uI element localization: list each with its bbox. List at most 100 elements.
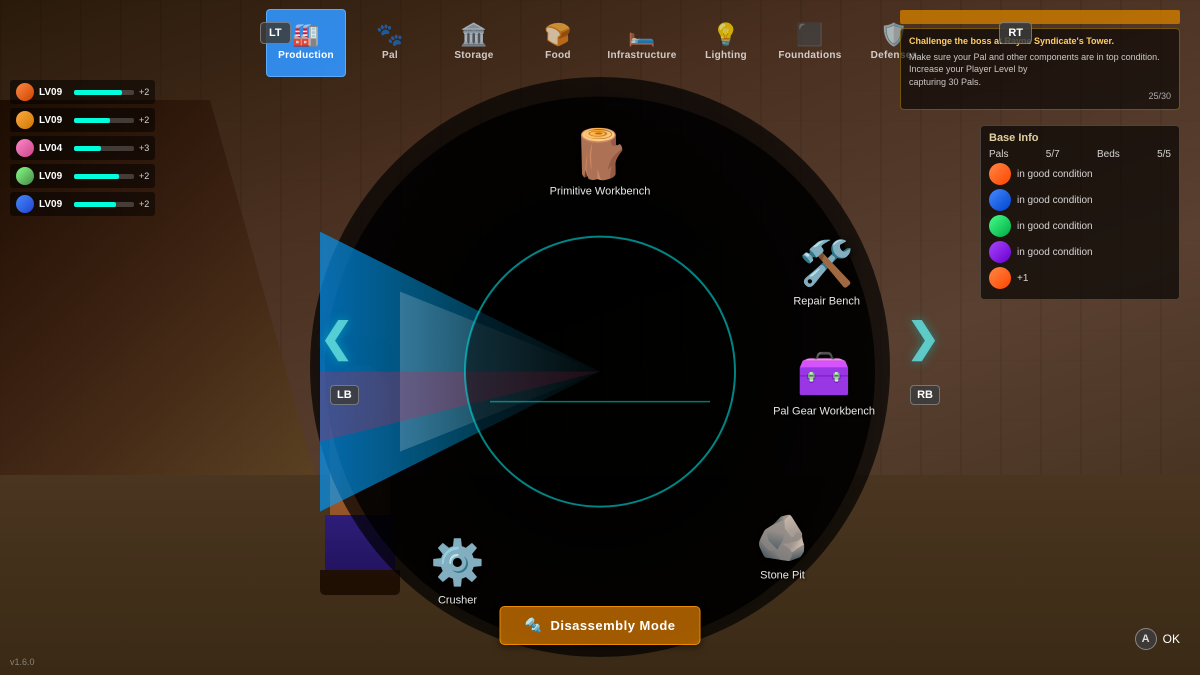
left-arrow-button[interactable]: ❮	[320, 315, 354, 361]
nav-item-pal[interactable]: 🐾 Pal	[350, 9, 430, 77]
stat-level-1: LV09	[39, 87, 69, 98]
pals-label: Pals	[989, 149, 1008, 160]
foundations-icon: ⬛	[796, 24, 823, 46]
pal-avatar-2	[989, 189, 1011, 211]
beds-value: 5/5	[1157, 149, 1171, 160]
radial-item-crusher[interactable]: ⚙️ Crusher	[425, 535, 490, 606]
radial-menu-container: 🪵 Primitive Workbench 🛠️ Repair Bench 🧰 …	[320, 91, 880, 651]
pal-status-text-5: +1	[1017, 273, 1028, 284]
stat-level-5: LV09	[39, 199, 69, 210]
rt-button[interactable]: RT	[999, 22, 1032, 44]
repair-bench-label: Repair Bench	[793, 295, 860, 307]
disassembly-icon: 🔩	[525, 617, 543, 634]
pal-gear-workbench-label: Pal Gear Workbench	[773, 405, 875, 417]
crusher-label: Crusher	[438, 594, 477, 606]
stat-row-5: LV09 +2	[10, 192, 155, 216]
stat-avatar-1	[16, 83, 34, 101]
stat-bar-4	[74, 174, 119, 179]
stat-bar-5	[74, 202, 116, 207]
pal-status-text-2: in good condition	[1017, 195, 1093, 206]
ok-button[interactable]: A OK	[1135, 628, 1180, 650]
stat-avatar-3	[16, 139, 34, 157]
pal-status-1: in good condition	[989, 163, 1171, 185]
nav-label-lighting: Lighting	[705, 50, 747, 61]
stat-level-2: LV09	[39, 115, 69, 126]
nav-label-pal: Pal	[382, 50, 398, 61]
pal-status-text-3: in good condition	[1017, 221, 1093, 232]
stat-level-4: LV09	[39, 171, 69, 182]
lt-button[interactable]: LT	[260, 22, 291, 44]
stat-level-3: LV04	[39, 143, 69, 154]
primitive-workbench-icon: 🪵	[567, 126, 632, 181]
nav-label-production: Production	[278, 50, 334, 61]
rb-button[interactable]: RB	[910, 385, 940, 405]
stone-pit-label: Stone Pit	[760, 569, 805, 581]
nav-item-foundations[interactable]: ⬛ Foundations	[770, 9, 850, 77]
lb-button[interactable]: LB	[330, 385, 359, 405]
disassembly-mode-button[interactable]: 🔩 Disassembly Mode	[500, 606, 701, 645]
right-arrow-button[interactable]: ❯	[906, 315, 940, 361]
quest-text-box: Challenge the boss at Rayne Syndicate's …	[900, 28, 1180, 110]
stat-value-2: +2	[139, 115, 149, 125]
radial-item-stone-pit[interactable]: 🪨 Stone Pit	[750, 510, 815, 581]
primitive-workbench-label: Primitive Workbench	[550, 185, 651, 197]
repair-bench-icon: 🛠️	[794, 236, 859, 291]
radial-item-pal-gear-workbench[interactable]: 🧰 Pal Gear Workbench	[773, 346, 875, 417]
quest-title: Challenge the boss at Rayne Syndicate's …	[909, 35, 1171, 48]
player-stats-panel: LV09 +2 LV09 +2 LV04 +3 LV09 +2 LV09	[10, 80, 155, 216]
pal-status-5: +1	[989, 267, 1171, 289]
quest-progress-bar	[900, 10, 1180, 24]
nav-item-storage[interactable]: 🏛️ Storage	[434, 9, 514, 77]
base-info-pals-row: Pals 5/7 Beds 5/5	[989, 149, 1171, 160]
ok-label: OK	[1163, 632, 1180, 646]
pal-status-text-1: in good condition	[1017, 169, 1093, 180]
pal-avatar-4	[989, 241, 1011, 263]
food-icon: 🍞	[544, 24, 571, 46]
production-icon: 🏭	[292, 24, 319, 46]
nav-label-storage: Storage	[454, 50, 493, 61]
stat-bar-container-4	[74, 174, 134, 179]
stat-row-3: LV04 +3	[10, 136, 155, 160]
version-label: v1.6.0	[10, 657, 35, 667]
stat-bar-container-3	[74, 146, 134, 151]
pal-avatar-5	[989, 267, 1011, 289]
lighting-icon: 💡	[712, 24, 739, 46]
pal-gear-workbench-icon: 🧰	[792, 346, 857, 401]
radial-item-primitive-workbench[interactable]: 🪵 Primitive Workbench	[550, 126, 651, 197]
stone-pit-icon: 🪨	[750, 510, 815, 565]
infra-icon: 🛏️	[628, 24, 655, 46]
pal-status-2: in good condition	[989, 189, 1171, 211]
quest-progress: 25/30	[909, 90, 1171, 103]
nav-label-food: Food	[545, 50, 571, 61]
nav-label-infrastructure: Infrastructure	[607, 50, 676, 61]
stat-bar-1	[74, 90, 122, 95]
stat-bar-3	[74, 146, 101, 151]
radial-item-repair-bench[interactable]: 🛠️ Repair Bench	[793, 236, 860, 307]
stat-avatar-2	[16, 111, 34, 129]
beds-label: Beds	[1097, 149, 1120, 160]
crusher-icon: ⚙️	[425, 535, 490, 590]
ok-key: A	[1135, 628, 1157, 650]
quest-desc: Make sure your Pal and other components …	[909, 51, 1171, 89]
stat-bar-2	[74, 118, 110, 123]
base-info-panel: Base Info Pals 5/7 Beds 5/5 in good cond…	[980, 125, 1180, 300]
stat-row-4: LV09 +2	[10, 164, 155, 188]
stat-avatar-5	[16, 195, 34, 213]
stat-bar-container-2	[74, 118, 134, 123]
stat-bar-container-1	[74, 90, 134, 95]
stat-value-1: +2	[139, 87, 149, 97]
pals-value: 5/7	[1046, 149, 1060, 160]
nav-item-lighting[interactable]: 💡 Lighting	[686, 9, 766, 77]
base-info-title: Base Info	[989, 132, 1171, 144]
pal-icon: 🐾	[376, 24, 403, 46]
stat-row-2: LV09 +2	[10, 108, 155, 132]
nav-item-food[interactable]: 🍞 Food	[518, 9, 598, 77]
pal-avatar-3	[989, 215, 1011, 237]
pal-status-3: in good condition	[989, 215, 1171, 237]
quest-panel: Challenge the boss at Rayne Syndicate's …	[900, 10, 1180, 110]
nav-item-infrastructure[interactable]: 🛏️ Infrastructure	[602, 9, 682, 77]
stat-bar-container-5	[74, 202, 134, 207]
stat-avatar-4	[16, 167, 34, 185]
pal-status-text-4: in good condition	[1017, 247, 1093, 258]
pal-status-4: in good condition	[989, 241, 1171, 263]
